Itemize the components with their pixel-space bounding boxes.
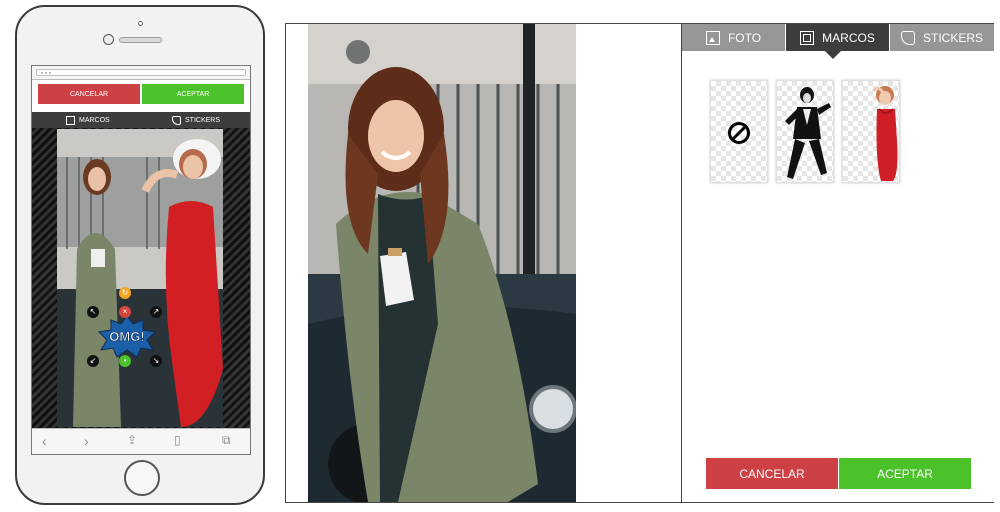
thumbnail-red-dress-woman[interactable]	[842, 80, 900, 183]
sticker-icon	[900, 30, 915, 45]
phone-photo-illustration	[57, 129, 223, 427]
frame-editor: FOTO MARCOS STICKERS CANCELAR ACEPTAR	[285, 23, 994, 503]
phone-tab-stickers[interactable]: STICKERS	[172, 112, 220, 128]
phone-accept-button[interactable]: ACEPTAR	[142, 84, 244, 104]
safari-toolbar: ‹ › ⇪ ▯ ⧉	[32, 428, 250, 454]
resize-top-left-icon[interactable]: ↖	[87, 306, 99, 318]
side-panel: FOTO MARCOS STICKERS CANCELAR ACEPTAR	[682, 24, 994, 502]
tab-label: MARCOS	[822, 30, 875, 45]
tab-label: FOTO	[727, 30, 762, 45]
phone-photo-preview: OMG! ↻ × ↖ ↗ ↙ ↘ •	[57, 129, 223, 427]
frame-icon	[800, 30, 815, 45]
red-dress-woman-frame	[871, 86, 898, 181]
tab-stickers[interactable]: STICKERS	[890, 24, 994, 51]
phone-cancel-button[interactable]: CANCELAR	[38, 84, 140, 104]
lock-handle-icon[interactable]: •	[119, 355, 131, 367]
sticker-icon	[172, 115, 181, 125]
phone-camera	[103, 34, 114, 45]
phone-sensor	[138, 21, 143, 26]
address-field[interactable]	[36, 69, 246, 76]
thumbnail-no-frame[interactable]	[710, 80, 768, 183]
active-tab-caret	[825, 51, 841, 59]
cancel-button[interactable]: CANCELAR	[706, 458, 838, 489]
phone-mockup: CANCELAR ACEPTAR MARCOS STICKERS OMG! ↻ …	[15, 5, 265, 505]
phone-tab-marcos[interactable]: MARCOS	[66, 112, 110, 128]
browser-address-bar	[32, 66, 250, 80]
phone-canvas: OMG! ↻ × ↖ ↗ ↙ ↘ •	[32, 128, 250, 428]
phone-screen: CANCELAR ACEPTAR MARCOS STICKERS OMG! ↻ …	[31, 65, 251, 455]
tab-marcos[interactable]: MARCOS	[786, 24, 889, 51]
share-icon[interactable]: ⇪	[127, 433, 137, 447]
delete-handle-icon[interactable]: ×	[119, 306, 131, 318]
tabs-icon[interactable]: ⧉	[222, 433, 231, 448]
frame-icon	[66, 115, 75, 125]
forward-icon[interactable]: ›	[84, 433, 89, 449]
main-photo-canvas	[308, 24, 576, 502]
resize-top-right-icon[interactable]: ↗	[150, 306, 162, 318]
dancing-man-frame	[785, 87, 831, 179]
home-button[interactable]	[124, 460, 160, 496]
phone-tab-bar: MARCOS STICKERS	[32, 112, 250, 128]
tab-foto[interactable]: FOTO	[682, 24, 785, 51]
rotate-handle-icon[interactable]: ↻	[119, 287, 131, 299]
main-photo-illustration	[308, 24, 576, 502]
bookmarks-icon[interactable]: ▯	[174, 433, 181, 447]
accept-button[interactable]: ACEPTAR	[839, 458, 971, 489]
resize-bottom-right-icon[interactable]: ↘	[150, 355, 162, 367]
panel-tabs: FOTO MARCOS STICKERS	[682, 24, 994, 51]
phone-speaker	[119, 37, 162, 43]
no-frame-icon	[728, 122, 750, 144]
phone-tab-label: STICKERS	[185, 116, 221, 124]
omg-sticker-text: OMG!	[109, 329, 144, 344]
resize-bottom-left-icon[interactable]: ↙	[87, 355, 99, 367]
photo-icon	[705, 30, 720, 45]
omg-sticker[interactable]: OMG!	[97, 314, 157, 358]
thumbnail-dancing-man[interactable]	[776, 80, 834, 183]
phone-action-bar: CANCELAR ACEPTAR	[32, 80, 250, 108]
tab-label: STICKERS	[922, 30, 983, 45]
back-icon[interactable]: ‹	[42, 433, 47, 449]
phone-tab-label: MARCOS	[79, 116, 110, 124]
